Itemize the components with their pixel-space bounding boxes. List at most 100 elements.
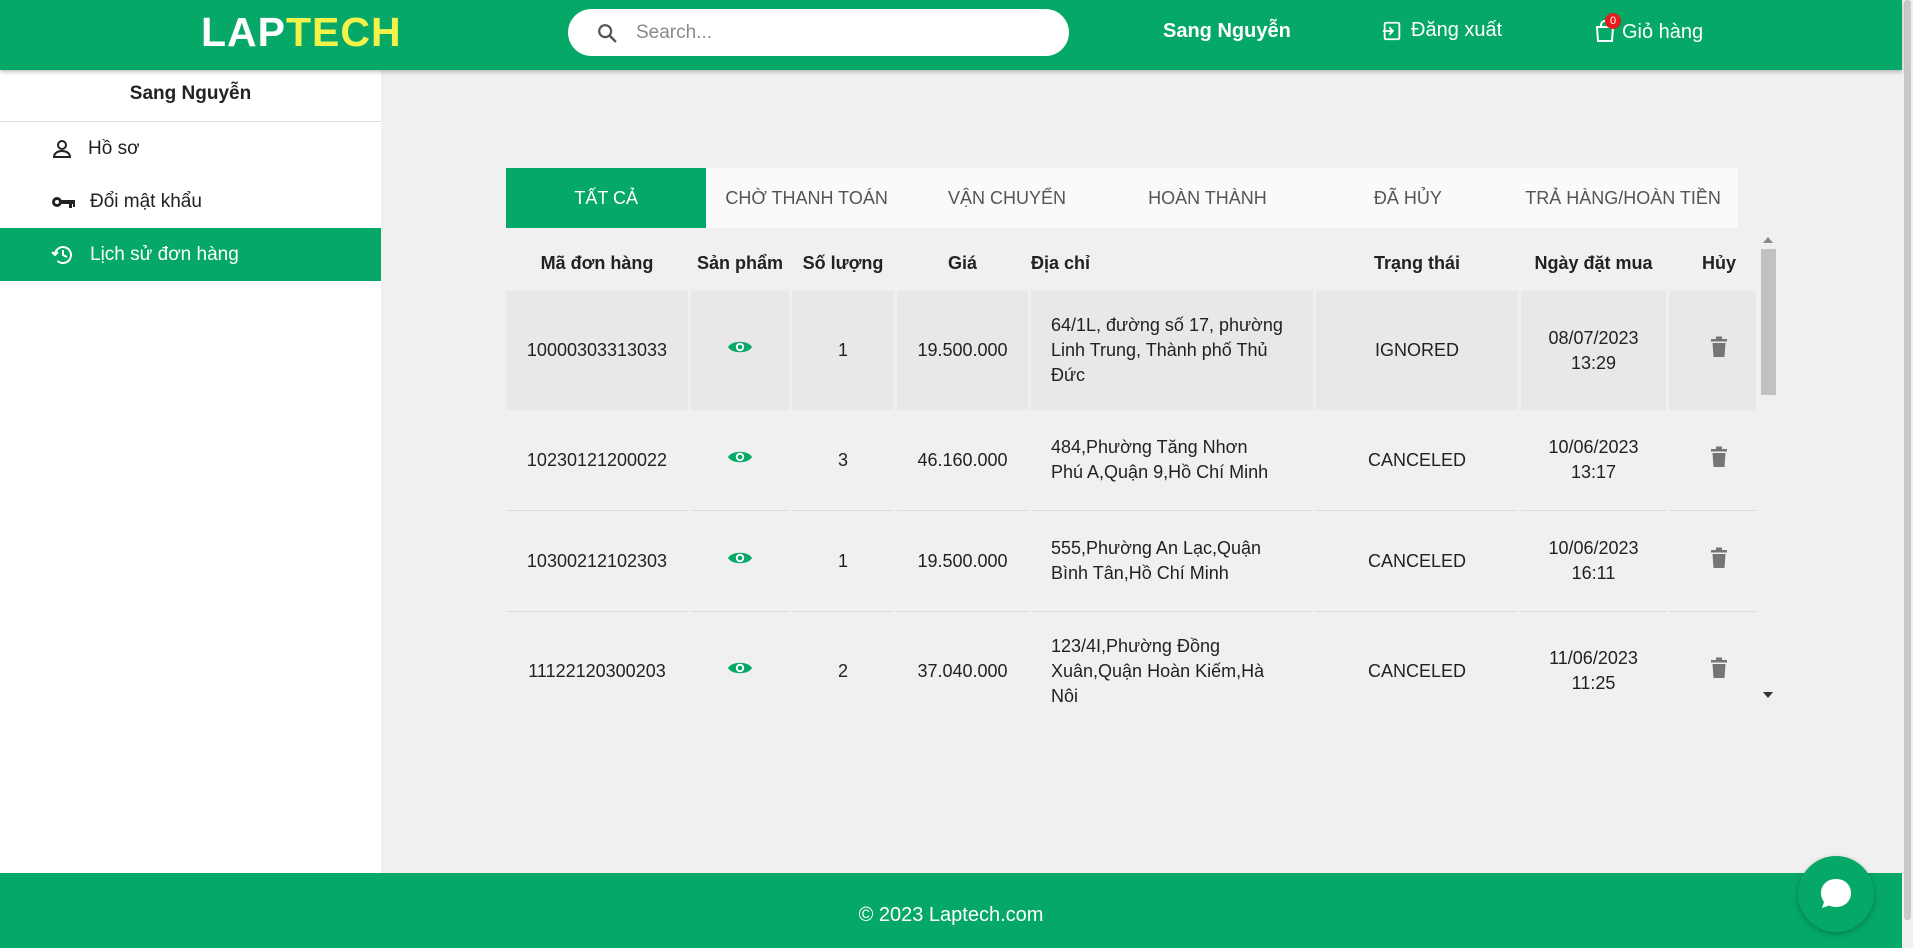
- order-date: 10/06/2023: [1548, 437, 1639, 457]
- sidebar-item-label: Đổi mật khẩu: [90, 190, 202, 212]
- cart-count-badge: 0: [1605, 13, 1621, 29]
- tab-cancelled[interactable]: ĐÃ HỦY: [1308, 168, 1508, 228]
- cart-icon: 0: [1594, 13, 1621, 45]
- column-header-order-date: Ngày đặt mua: [1534, 252, 1653, 273]
- table-row: 10000303313033 1 19.500.000 64/1L, đường…: [506, 291, 1756, 410]
- table-scroll-up-arrow[interactable]: [1763, 237, 1773, 243]
- order-time: 11:25: [1571, 673, 1616, 693]
- column-header-address: Địa chỉ: [1031, 252, 1091, 273]
- address-cell: 64/1L, đường số 17, phường Linh Trung, T…: [1031, 291, 1313, 410]
- order-date: 08/07/2023: [1548, 327, 1639, 348]
- tab-completed[interactable]: HOÀN THÀNH: [1107, 168, 1307, 228]
- eye-icon: [728, 552, 752, 563]
- price-cell: 19.500.000: [897, 511, 1028, 612]
- order-history-table: Mã đơn hàng Sản phẩm Số lượng Giá Địa ch…: [506, 235, 1756, 703]
- view-product-button[interactable]: [691, 612, 789, 703]
- delete-order-button[interactable]: [1669, 410, 1756, 511]
- order-date-cell: 08/07/2023 13:29: [1521, 291, 1666, 410]
- column-header-status: Trạng thái: [1373, 252, 1460, 273]
- view-product-button[interactable]: [691, 410, 789, 511]
- cart-label: Giỏ hàng: [1622, 20, 1704, 43]
- quantity-cell: 3: [792, 410, 894, 511]
- eye-icon: [728, 341, 752, 353]
- delete-order-button[interactable]: [1669, 511, 1756, 612]
- logout-icon: [1382, 21, 1401, 40]
- search-input[interactable]: [636, 21, 1036, 44]
- tab-returns-refunds[interactable]: TRẢ HÀNG/HOÀN TIỀN: [1508, 168, 1738, 228]
- view-product-button[interactable]: [691, 511, 789, 612]
- address-cell: 484,Phường Tăng Nhơn Phú A,Quận 9,Hồ Chí…: [1031, 410, 1313, 511]
- logout-button[interactable]: Đăng xuất: [1381, 19, 1502, 42]
- order-time: 16:11: [1571, 563, 1616, 583]
- site-footer: © 2023 Laptech.com: [0, 873, 1902, 948]
- logo-text-lap: LAP: [201, 9, 286, 55]
- address-cell: 123/4I,Phường Đồng Xuân,Quận Hoàn Kiếm,H…: [1031, 612, 1313, 704]
- tab-all[interactable]: TẤT CẢ: [506, 168, 707, 228]
- page-scrollbar[interactable]: [1902, 0, 1913, 948]
- order-id-cell: 10300212102303: [506, 511, 688, 612]
- search-bar: [568, 9, 1069, 56]
- sidebar-item-profile[interactable]: Hồ sơ: [0, 122, 381, 175]
- account-sidebar: Sang Nguyễn Hồ sơ Đổi mật khẩu Lịch sử đ…: [0, 70, 381, 873]
- order-table-container[interactable]: Mã đơn hàng Sản phẩm Số lượng Giá Địa ch…: [506, 235, 1756, 703]
- order-date-cell: 10/06/2023 13:17: [1521, 410, 1666, 511]
- page-scrollbar-thumb[interactable]: [1904, 0, 1911, 920]
- trash-icon: [1711, 336, 1727, 357]
- history-icon: [51, 245, 72, 264]
- search-icon[interactable]: [596, 20, 622, 46]
- tab-shipping[interactable]: VẬN CHUYỂN: [907, 168, 1107, 228]
- trash-icon: [1711, 446, 1727, 467]
- view-product-button[interactable]: [691, 291, 789, 410]
- status-cell: IGNORED: [1316, 291, 1518, 410]
- sidebar-user-name: Sang Nguyễn: [0, 70, 381, 122]
- delete-order-button[interactable]: [1669, 612, 1756, 703]
- chat-widget-button[interactable]: [1798, 856, 1874, 932]
- sidebar-item-label: Hồ sơ: [88, 137, 140, 159]
- order-id-cell: 11122120300203: [506, 612, 688, 703]
- trash-icon: [1711, 657, 1727, 678]
- top-header: LAPTECH Sang Nguyễn Đăng xuất 0 Giỏ hàng: [0, 0, 1902, 70]
- column-header-quantity: Số lượng: [802, 252, 884, 273]
- column-header-price: Giá: [947, 252, 977, 273]
- status-cell: CANCELED: [1316, 410, 1518, 511]
- delete-order-button[interactable]: [1669, 291, 1756, 410]
- table-row: 11122120300203 2 37.040.000 123/4I,Phườn…: [506, 612, 1756, 703]
- status-cell: CANCELED: [1316, 612, 1518, 703]
- tab-pending-payment[interactable]: CHỜ THANH TOÁN: [706, 168, 906, 228]
- table-header-row: Mã đơn hàng Sản phẩm Số lượng Giá Địa ch…: [506, 235, 1756, 291]
- sidebar-item-order-history[interactable]: Lịch sử đơn hàng: [0, 228, 381, 281]
- order-date-cell: 10/06/2023 16:11: [1521, 511, 1666, 612]
- table-scrollbar-thumb[interactable]: [1761, 249, 1776, 395]
- person-icon: [52, 139, 72, 158]
- order-date: 10/06/2023: [1548, 538, 1639, 558]
- order-id-cell: 10000303313033: [506, 291, 688, 410]
- order-time: 13:29: [1570, 352, 1617, 373]
- price-cell: 46.160.000: [897, 410, 1028, 511]
- order-date-cell: 11/06/2023 11:25: [1521, 612, 1666, 703]
- chat-bubble-icon: [1821, 879, 1851, 908]
- key-icon: [52, 196, 75, 208]
- table-scroll-down-arrow[interactable]: [1763, 692, 1773, 698]
- column-header-order-id: Mã đơn hàng: [540, 252, 654, 273]
- sidebar-item-label: Lịch sử đơn hàng: [90, 243, 239, 265]
- trash-icon: [1711, 547, 1727, 568]
- site-logo[interactable]: LAPTECH: [201, 10, 402, 55]
- price-cell: 37.040.000: [897, 612, 1028, 703]
- table-row: 10230121200022 3 46.160.000 484,Phường T…: [506, 410, 1756, 511]
- column-header-product: Sản phẩm: [696, 252, 784, 273]
- eye-icon: [728, 662, 752, 673]
- order-status-tabs: TẤT CẢ CHỜ THANH TOÁN VẬN CHUYỂN HOÀN TH…: [506, 168, 1738, 228]
- sidebar-item-change-password[interactable]: Đổi mật khẩu: [0, 175, 381, 228]
- header-user-name[interactable]: Sang Nguyễn: [1163, 20, 1291, 43]
- quantity-cell: 2: [792, 612, 894, 703]
- footer-copyright: © 2023 Laptech.com: [858, 904, 1044, 926]
- order-time: 13:17: [1570, 462, 1617, 482]
- order-date: 11/06/2023: [1549, 648, 1638, 668]
- table-row: 10300212102303 1 19.500.000 555,Phường A…: [506, 511, 1756, 612]
- column-header-cancel: Hủy: [1701, 252, 1736, 273]
- quantity-cell: 1: [792, 291, 894, 410]
- eye-icon: [728, 451, 752, 462]
- quantity-cell: 1: [792, 511, 894, 612]
- cart-button[interactable]: 0 Giỏ hàng: [1594, 13, 1704, 45]
- status-cell: CANCELED: [1316, 511, 1518, 612]
